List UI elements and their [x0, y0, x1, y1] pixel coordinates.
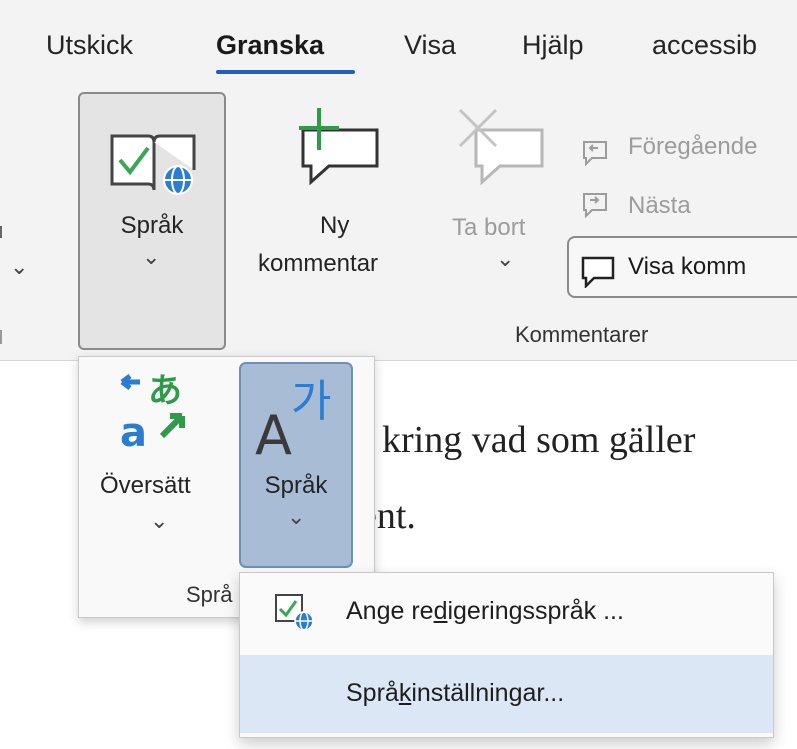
tab-utskick[interactable]: Utskick — [46, 30, 133, 61]
proofing-language-icon — [275, 594, 314, 631]
svg-text:가: 가 — [291, 376, 331, 427]
active-tab-indicator — [216, 70, 355, 74]
new-comment-icon[interactable] — [293, 106, 383, 186]
menu-item-set-proofing-language[interactable]: Ange redigeringsspråk ... — [240, 573, 773, 651]
translate-icon[interactable]: あ a — [118, 372, 198, 452]
new-comment-line2[interactable]: kommentar — [258, 250, 378, 278]
sprak-language-label: Språk — [264, 472, 328, 499]
previous-comment-label: Föregående — [628, 133, 758, 160]
sprak-button-label: Språk — [120, 212, 184, 239]
chevron-down-icon: ⌄ — [142, 244, 161, 269]
delete-comment-icon — [458, 108, 544, 186]
next-comment-icon — [583, 193, 607, 218]
svg-text:あ: あ — [148, 372, 182, 411]
language-submenu: Ange redigeringsspråk ... Språkinställni… — [239, 572, 774, 738]
svg-text:A: A — [255, 404, 292, 460]
new-comment-line1[interactable]: Ny — [320, 212, 349, 240]
language-icon: A 가 — [255, 376, 331, 460]
translate-label[interactable]: Översätt — [100, 472, 191, 500]
tab-hjalp[interactable]: Hjälp — [522, 30, 584, 61]
sprak-button[interactable]: Språk ⌄ — [78, 92, 226, 350]
document-text-line1: kring vad som gäller — [382, 419, 696, 461]
previous-comment-icon — [583, 141, 607, 166]
tab-accessibility[interactable]: accessib — [652, 30, 757, 61]
group-separator — [0, 330, 2, 344]
next-comment-label: Nästa — [628, 192, 691, 219]
language-check-globe-icon — [110, 134, 196, 195]
left-edge-fragment — [0, 226, 8, 238]
show-comments-icon — [581, 256, 615, 288]
sprak-language-button[interactable]: A 가 Språk ⌄ — [239, 362, 353, 568]
show-comments-label: Visa komm — [628, 253, 747, 280]
menu-item-language-settings[interactable]: Språkinställningar... — [240, 655, 773, 733]
menu-item-label: Ange redigeringsspråk ... — [346, 597, 624, 625]
chevron-down-icon: ⌄ — [496, 246, 515, 271]
delete-comment-label: Ta bort — [452, 214, 526, 241]
chevron-down-icon[interactable]: ⌄ — [10, 254, 28, 280]
svg-text:a: a — [120, 410, 147, 452]
tab-granska[interactable]: Granska — [216, 30, 324, 61]
tab-visa[interactable]: Visa — [404, 30, 456, 61]
language-group-label: Språ — [186, 582, 233, 607]
ribbon-tab-bar: Utskick Granska Visa Hjälp accessib — [0, 0, 797, 80]
chevron-down-icon: ⌄ — [287, 504, 306, 529]
chevron-down-icon[interactable]: ⌄ — [150, 508, 168, 534]
menu-item-label: Språkinställningar... — [346, 679, 565, 707]
comments-group-label: Kommentarer — [515, 322, 649, 347]
